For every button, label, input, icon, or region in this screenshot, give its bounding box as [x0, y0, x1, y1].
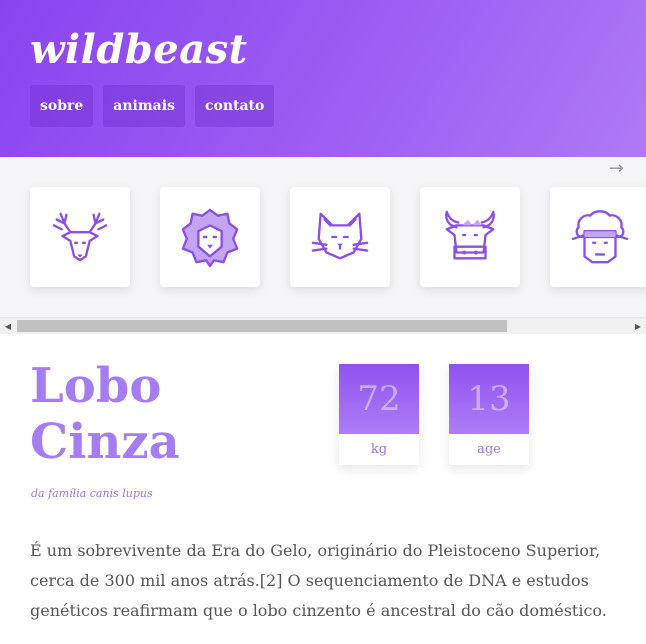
main-nav: sobre animais contato — [30, 85, 275, 127]
animal-card-ox[interactable] — [420, 187, 520, 287]
scrollbar-thumb[interactable] — [17, 320, 507, 332]
cat-icon — [311, 212, 369, 260]
scroll-right-arrow-icon[interactable]: ▶ — [630, 318, 646, 334]
ox-icon — [445, 210, 495, 260]
stat-card-age: 13 age — [449, 364, 529, 465]
animal-carousel: → — [0, 157, 646, 317]
animal-family-subtitle: da família canis lupus — [31, 487, 153, 500]
animal-title-line2: Cinza — [30, 414, 180, 470]
brand-logo[interactable]: wildbeast — [30, 28, 248, 72]
carousel-next-arrow-icon[interactable]: → — [609, 158, 624, 179]
stat-label-age: age — [477, 442, 501, 457]
animal-card-lion[interactable] — [160, 187, 260, 287]
nav-item-contato[interactable]: contato — [194, 85, 275, 127]
animal-title-line1: Lobo — [30, 358, 162, 414]
site-header: wildbeast sobre animais contato — [0, 0, 646, 157]
stat-value-age: 13 — [449, 364, 529, 434]
nav-item-sobre[interactable]: sobre — [30, 85, 94, 127]
animal-card-deer[interactable] — [30, 187, 130, 287]
stat-card-weight: 72 kg — [339, 364, 419, 465]
sheep-icon — [571, 210, 629, 264]
lion-icon — [181, 208, 239, 268]
stat-value-weight: 72 — [339, 364, 419, 434]
animal-card-cat[interactable] — [290, 187, 390, 287]
nav-item-animais[interactable]: animais — [103, 85, 185, 127]
stat-label-weight: kg — [370, 442, 388, 457]
animal-card-sheep[interactable] — [550, 187, 646, 287]
carousel-scrollbar[interactable]: ◀ ▶ — [0, 317, 646, 334]
animal-title: Lobo Cinza — [30, 358, 180, 470]
scroll-left-arrow-icon[interactable]: ◀ — [0, 318, 16, 334]
deer-icon — [52, 212, 108, 262]
animal-description: É um sobrevivente da Era do Gelo, origin… — [30, 541, 607, 620]
